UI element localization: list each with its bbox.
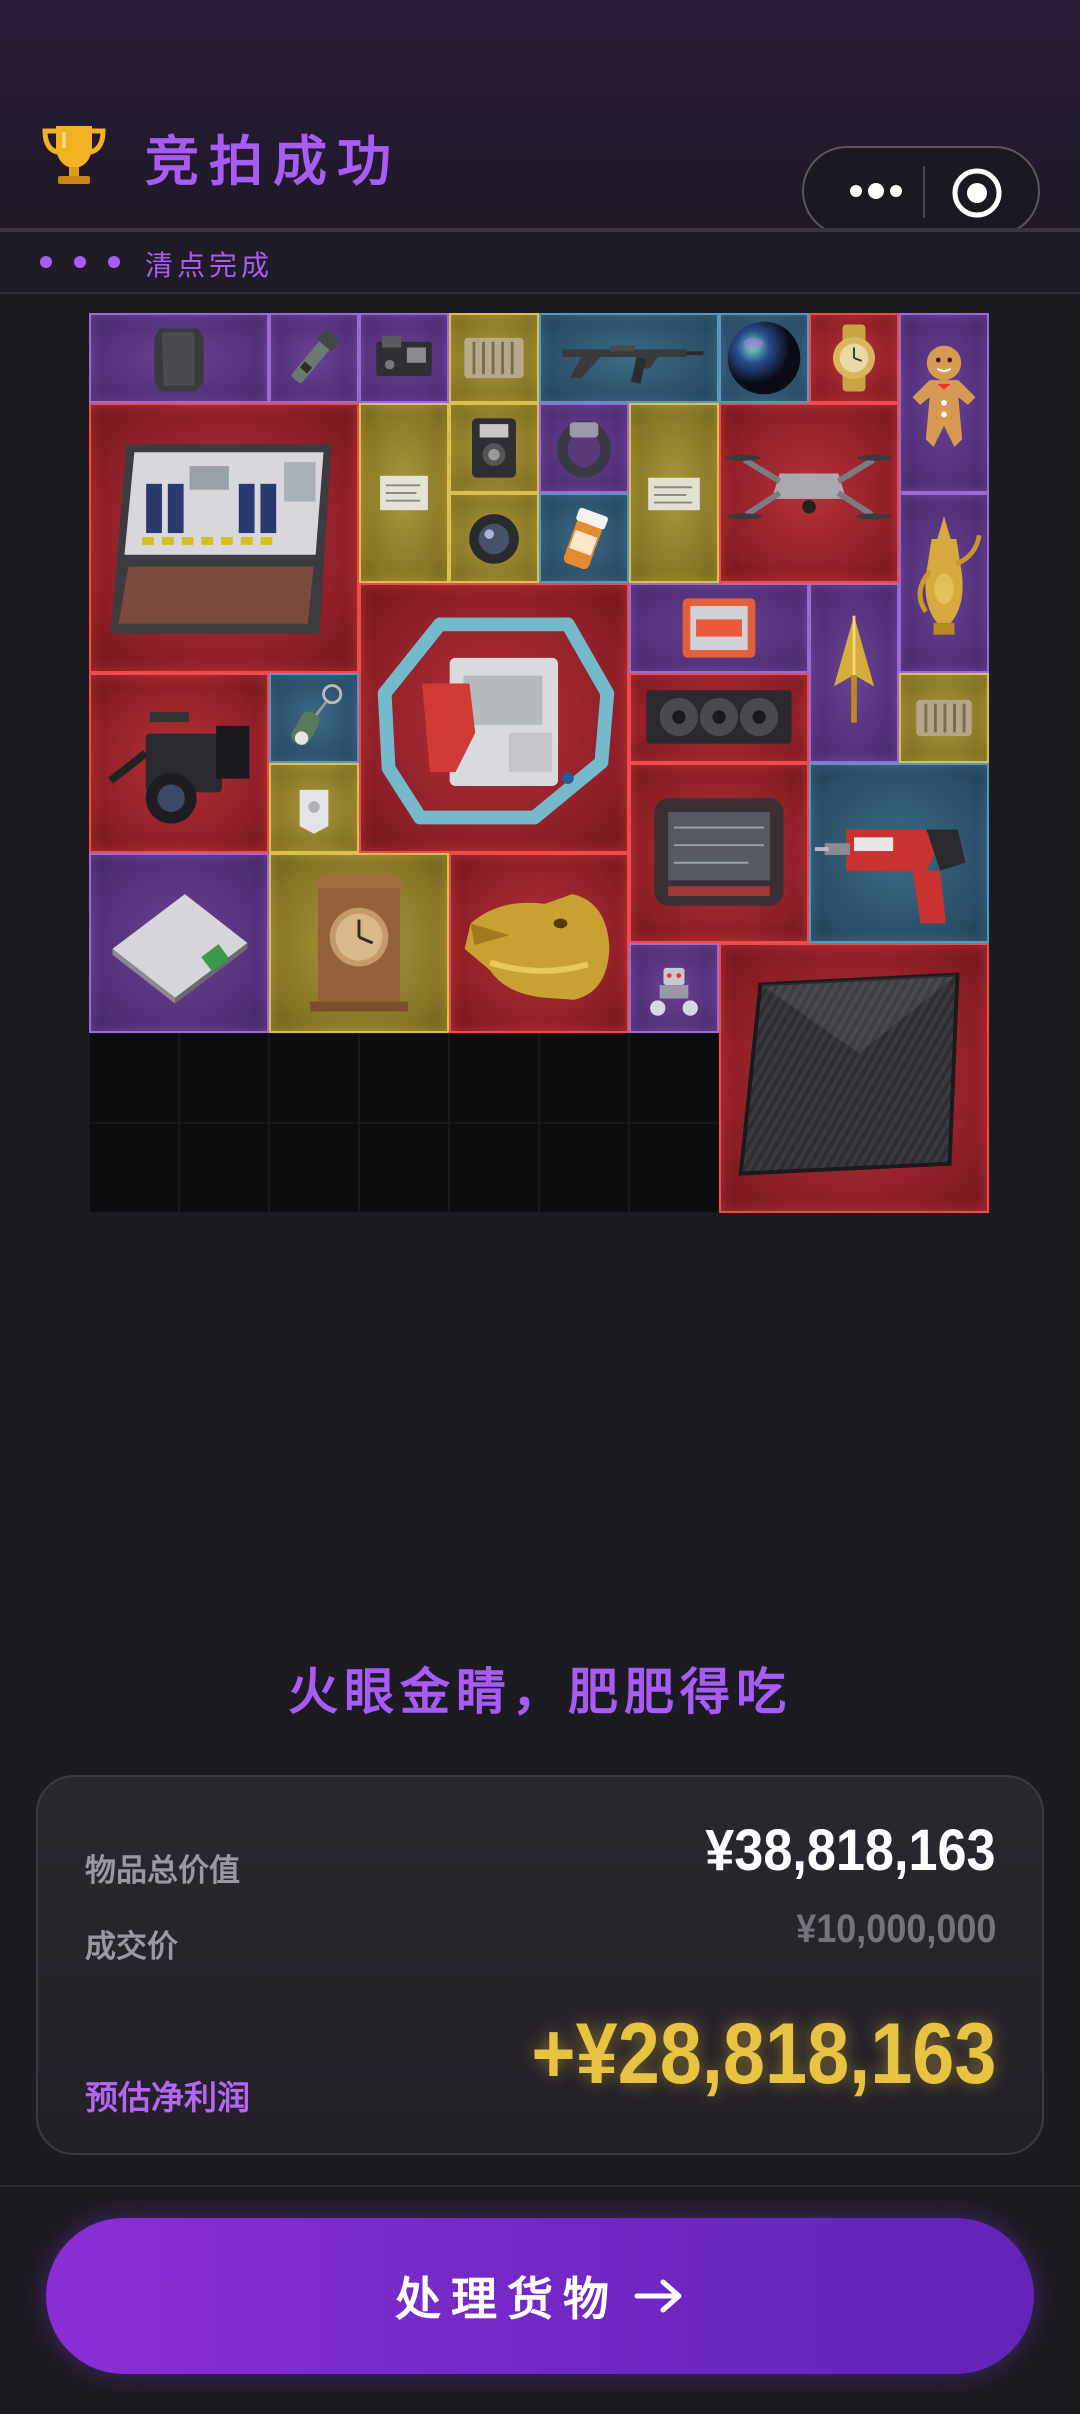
empty-slot (539, 1033, 629, 1123)
item-hammer-drill[interactable] (809, 763, 989, 943)
item-graphics-card[interactable] (629, 673, 809, 763)
process-goods-label: 处理货物 (395, 2272, 619, 2326)
empty-slot (449, 1033, 539, 1123)
progress-dot (108, 256, 120, 268)
summary-panel: 物品总价值 ¥38,818,163 成交价 ¥10,000,000 预估净利润 … (36, 1775, 1044, 2155)
status-text: 清点完成 (145, 249, 274, 282)
item-gingerbread-man[interactable] (899, 313, 989, 493)
item-white-key[interactable] (269, 763, 359, 853)
empty-slot (269, 1123, 359, 1213)
empty-slot (629, 1033, 719, 1123)
item-drone[interactable] (719, 403, 899, 583)
item-documents[interactable] (359, 403, 449, 583)
item-small-heatsink[interactable] (899, 673, 989, 763)
profit-label: 预估净利润 (85, 2078, 250, 2117)
empty-slot (539, 1123, 629, 1213)
deal-price-amount: ¥10,000,000 (795, 1907, 996, 1951)
total-value-label: 物品总价值 (85, 1853, 240, 1889)
header-bar: 竞拍成功 (0, 0, 1080, 236)
item-carbon-panel[interactable] (719, 943, 989, 1213)
item-pill-bottle[interactable] (539, 493, 629, 583)
profit-amount: +¥28,818,163 (530, 2006, 996, 2102)
arrow-right-icon (634, 2279, 682, 2313)
status-row: 清点完成 (0, 232, 1080, 292)
progress-dot (74, 256, 86, 268)
item-antique-clock[interactable] (269, 853, 449, 1033)
empty-slot (359, 1033, 449, 1123)
item-armor-plate[interactable] (89, 313, 269, 403)
empty-slot (179, 1033, 269, 1123)
capsule-divider (923, 166, 925, 218)
deal-price-label: 成交价 (85, 1929, 178, 1965)
item-medical-machine[interactable] (359, 583, 629, 853)
item-ring[interactable] (539, 403, 629, 493)
item-flashlight[interactable] (269, 313, 359, 403)
inventory-grid (89, 313, 989, 1213)
mini-program-capsule (802, 146, 1040, 236)
progress-dot (40, 256, 52, 268)
page-title: 竞拍成功 (145, 130, 401, 193)
item-circuit-module[interactable] (359, 313, 449, 403)
target-circle-icon[interactable] (950, 166, 1004, 220)
item-electronic-meter[interactable] (449, 403, 539, 493)
status-divider (0, 292, 1080, 294)
more-dots-icon[interactable] (834, 166, 914, 216)
item-camera-lens[interactable] (449, 493, 539, 583)
empty-slot (269, 1033, 359, 1123)
total-value-amount: ¥38,818,163 (705, 1818, 996, 1883)
footer-divider (0, 2185, 1080, 2187)
item-folder[interactable] (629, 403, 719, 583)
empty-slot (89, 1123, 179, 1213)
item-ssd-drive[interactable] (89, 853, 269, 1033)
slogan-text: 火眼金睛，肥肥得吃 (288, 1663, 792, 1721)
process-goods-button[interactable]: 处理货物 (46, 2218, 1034, 2374)
item-iridescent-sphere[interactable] (719, 313, 809, 403)
empty-slot (89, 1033, 179, 1123)
item-video-camera[interactable] (89, 673, 269, 853)
trophy-icon (38, 118, 110, 190)
empty-slot (629, 1123, 719, 1213)
item-monitor-device[interactable] (629, 763, 809, 943)
item-ssd[interactable] (629, 583, 809, 673)
item-gold-watch[interactable] (809, 313, 899, 403)
item-golden-ewer[interactable] (899, 493, 989, 673)
item-robot-toy[interactable] (629, 943, 719, 1033)
item-golden-crocodile-head[interactable] (449, 853, 629, 1033)
empty-slot (359, 1123, 449, 1213)
item-golden-arrowhead[interactable] (809, 583, 899, 763)
item-heatsink[interactable] (449, 313, 539, 403)
item-green-keychain[interactable] (269, 673, 359, 763)
empty-slot (449, 1123, 539, 1213)
item-server-rack[interactable] (89, 403, 359, 673)
empty-slot (179, 1123, 269, 1213)
item-assault-rifle[interactable] (539, 313, 719, 403)
